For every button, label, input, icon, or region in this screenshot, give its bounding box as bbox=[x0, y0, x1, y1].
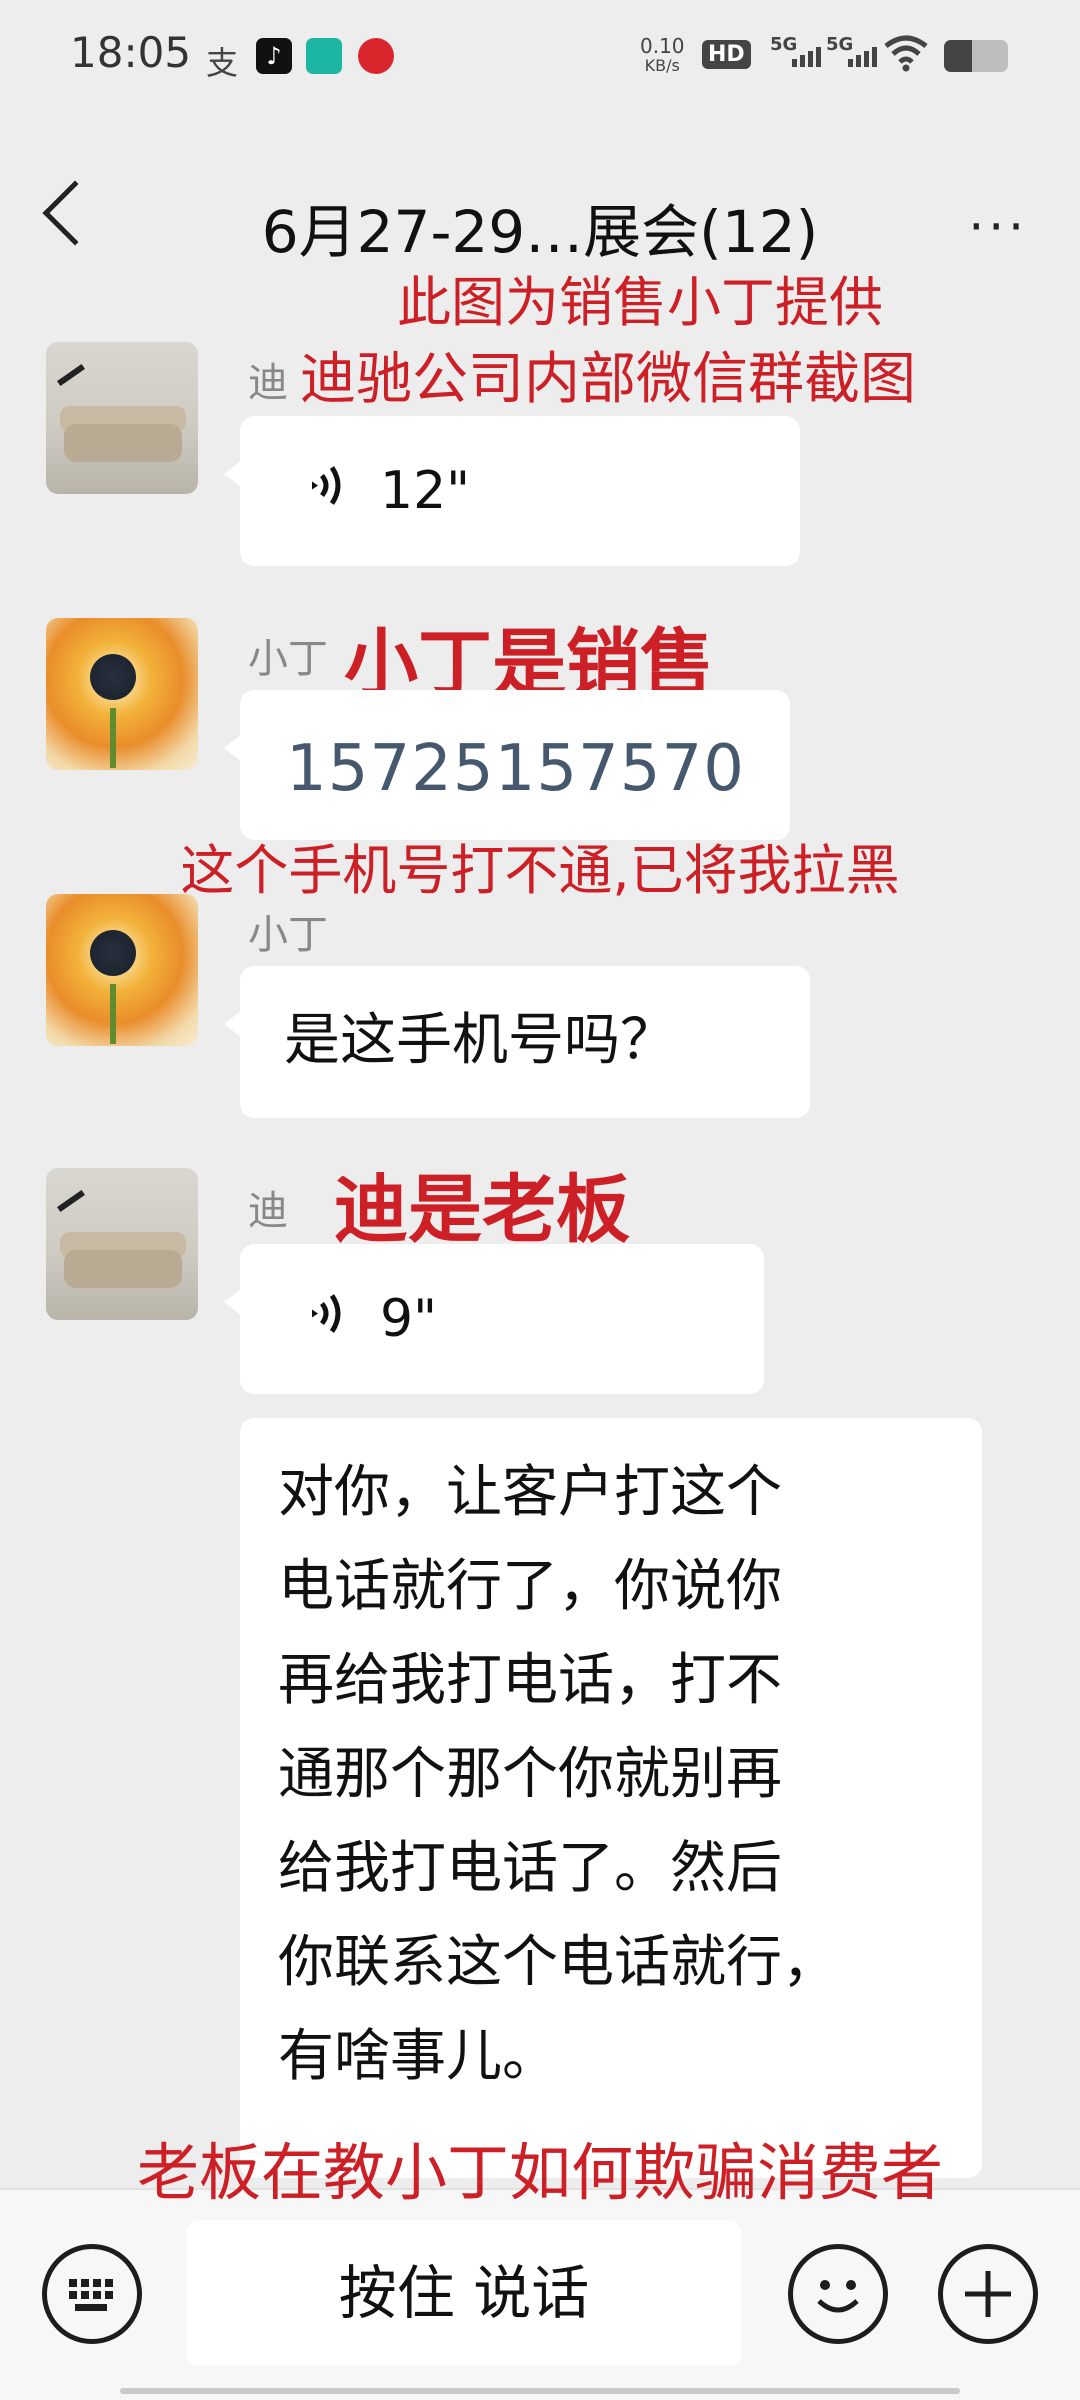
alipay-icon: 支 bbox=[206, 44, 239, 82]
net-speed: 0.10 KB/s bbox=[640, 34, 685, 75]
text-message-bubble[interactable]: 是这手机号吗？ bbox=[224, 966, 810, 1118]
message-line: 你联系这个电话就行， bbox=[278, 1930, 838, 1995]
message-line: 再给我打电话，打不 bbox=[278, 1648, 782, 1713]
hold-to-talk-button[interactable]: 按住 说话 bbox=[186, 2220, 742, 2366]
voice-wave-icon bbox=[306, 458, 350, 525]
smiley-icon bbox=[817, 2280, 859, 2313]
message-line: 通那个那个你就别再 bbox=[278, 1742, 782, 1807]
avatar-di[interactable] bbox=[46, 1168, 198, 1320]
boss-app-icon bbox=[306, 38, 342, 74]
sender-name: 迪 bbox=[248, 360, 288, 406]
long-text-message-bubble[interactable]: 对你，让客户打这个 电话就行了，你说你 再给我打电话，打不 通那个那个你就别再 … bbox=[240, 1418, 982, 2178]
message-line: 对你，让客户打这个 bbox=[278, 1460, 782, 1525]
message-line: 有啥事儿。 bbox=[278, 2024, 558, 2089]
message-text: 是这手机号吗？ bbox=[284, 1008, 676, 1073]
hd-badge: HD bbox=[702, 40, 751, 69]
battery-icon bbox=[944, 40, 1008, 72]
signal-5g-1-icon: 5G bbox=[770, 34, 821, 67]
wifi-icon bbox=[884, 34, 928, 76]
tiktok-icon: ♪ bbox=[256, 38, 292, 74]
voice-message-bubble[interactable]: 9" bbox=[224, 1244, 764, 1394]
voice-duration: 9" bbox=[380, 1289, 438, 1349]
avatar-di[interactable] bbox=[46, 342, 198, 494]
avatar-xiaoding[interactable] bbox=[46, 618, 198, 770]
voice-message-bubble[interactable]: 12" bbox=[224, 416, 800, 566]
chat-title: 6月27-29…展会(12) bbox=[261, 198, 819, 266]
sender-name: 迪 bbox=[248, 1188, 288, 1234]
overlay-bottom-note: 老板在教小丁如何欺骗消费者 bbox=[136, 2136, 943, 2209]
sender-name: 小丁 bbox=[248, 912, 328, 958]
message-line: 电话就行了，你说你 bbox=[278, 1554, 782, 1619]
more-functions-button[interactable] bbox=[938, 2244, 1038, 2344]
keyboard-icon bbox=[69, 2279, 113, 2311]
bank-app-icon bbox=[358, 38, 394, 74]
phone-number-link[interactable]: 15725157570 bbox=[286, 732, 745, 806]
more-options-icon[interactable]: ··· bbox=[968, 198, 1028, 256]
emoji-button[interactable] bbox=[788, 2244, 888, 2344]
nav-gesture-bar bbox=[120, 2388, 960, 2394]
phone-number-bubble[interactable]: 15725157570 bbox=[224, 690, 790, 840]
voice-wave-icon bbox=[306, 1286, 350, 1353]
overlay-caption-2: 迪驰公司内部微信群截图 bbox=[300, 347, 916, 412]
message-line: 给我打电话了。然后 bbox=[278, 1836, 782, 1901]
overlay-boss-note: 迪是老板 bbox=[334, 1167, 630, 1253]
signal-5g-2-icon: 5G bbox=[826, 34, 877, 67]
sender-name: 小丁 bbox=[248, 636, 328, 682]
keyboard-toggle-button[interactable] bbox=[42, 2244, 142, 2344]
overlay-caption-1: 此图为销售小丁提供 bbox=[397, 271, 883, 334]
avatar-xiaoding[interactable] bbox=[46, 894, 198, 1046]
plus-icon bbox=[965, 2271, 1011, 2317]
status-time: 18:05 bbox=[70, 28, 192, 77]
voice-duration: 12" bbox=[380, 461, 471, 521]
